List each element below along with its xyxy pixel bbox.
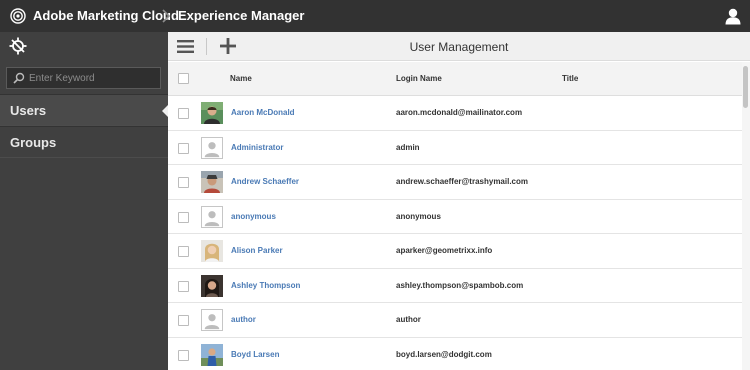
table-header: Name Login Name Title xyxy=(168,62,742,96)
user-name-link[interactable]: Andrew Schaeffer xyxy=(231,177,299,186)
row-checkbox[interactable] xyxy=(178,108,189,119)
adobe-marketing-cloud-logo-icon[interactable] xyxy=(10,8,26,24)
user-avatar xyxy=(201,343,223,366)
scrollbar-thumb[interactable] xyxy=(743,66,748,108)
top-bar: Adobe Marketing Cloud Experience Manager xyxy=(0,0,750,32)
table-row[interactable]: Aaron McDonald aaron.mcdonald@mailinator… xyxy=(168,96,742,131)
table-row[interactable]: author author xyxy=(168,303,742,338)
main-panel: User Management Name Login Name Title Aa… xyxy=(168,32,750,370)
column-header-name[interactable]: Name xyxy=(230,74,252,83)
table-row[interactable]: Alison Parker aparker@geometrixx.info xyxy=(168,234,742,269)
login-name: anonymous xyxy=(396,211,441,221)
rail-item-groups[interactable]: Groups xyxy=(0,126,168,158)
user-name-link[interactable]: Alison Parker xyxy=(231,246,283,255)
login-name: aaron.mcdonald@mailinator.com xyxy=(396,108,523,117)
search-field[interactable] xyxy=(6,67,161,89)
vertical-scrollbar[interactable] xyxy=(742,62,750,370)
rail-item-label: Users xyxy=(10,103,47,118)
select-all-checkbox[interactable] xyxy=(178,73,189,84)
toolbar: User Management xyxy=(168,32,750,61)
login-name: ashley.thompson@spambob.com xyxy=(396,280,524,290)
default-avatar-icon xyxy=(201,205,223,228)
brand-title[interactable]: Adobe Marketing Cloud xyxy=(33,8,179,23)
login-name: andrew.schaeffer@trashymail.com xyxy=(396,177,528,186)
row-checkbox[interactable] xyxy=(178,349,189,361)
table-row[interactable]: Administrator admin xyxy=(168,130,742,165)
rail-item-users[interactable]: Users xyxy=(0,94,168,126)
default-avatar-icon xyxy=(201,136,223,159)
search-icon xyxy=(13,72,25,84)
user-name-link[interactable]: Boyd Larsen xyxy=(231,350,279,359)
user-name-link[interactable]: author xyxy=(231,315,256,324)
column-header-login[interactable]: Login Name xyxy=(396,74,442,83)
rail-item-label: Groups xyxy=(10,135,57,150)
row-checkbox[interactable] xyxy=(178,142,189,154)
table-row[interactable]: Ashley Thompson ashley.thompson@spambob.… xyxy=(168,268,742,303)
user-name-link[interactable]: Administrator xyxy=(231,143,283,152)
row-checkbox[interactable] xyxy=(178,280,189,292)
page-title: User Management xyxy=(409,40,509,54)
user-avatar xyxy=(201,102,223,124)
table-row[interactable]: anonymous anonymous xyxy=(168,199,742,234)
login-name: aparker@geometrixx.info xyxy=(396,246,493,255)
search-input[interactable] xyxy=(29,70,154,86)
table-row[interactable]: Boyd Larsen boyd.larsen@dodgit.com xyxy=(168,337,742,370)
user-name-link[interactable]: anonymous xyxy=(231,212,276,221)
login-name: admin xyxy=(396,142,420,152)
chevron-right-icon xyxy=(162,9,171,23)
login-name: boyd.larsen@dodgit.com xyxy=(396,349,492,359)
row-checkbox[interactable] xyxy=(178,246,189,257)
user-account-icon[interactable] xyxy=(724,7,742,25)
row-checkbox[interactable] xyxy=(178,315,189,326)
default-avatar-icon xyxy=(201,309,223,331)
user-avatar xyxy=(201,171,223,193)
user-name-link[interactable]: Ashley Thompson xyxy=(231,281,300,290)
left-rail: Users Groups xyxy=(0,32,168,370)
row-checkbox[interactable] xyxy=(178,177,189,188)
compass-nav-icon[interactable] xyxy=(9,37,27,55)
table-row[interactable]: Andrew Schaeffer andrew.schaeffer@trashy… xyxy=(168,165,742,200)
login-name: author xyxy=(396,315,421,324)
column-header-title[interactable]: Title xyxy=(562,74,578,83)
product-title[interactable]: Experience Manager xyxy=(178,8,304,23)
user-list: Aaron McDonald aaron.mcdonald@mailinator… xyxy=(168,96,742,370)
user-avatar xyxy=(201,240,223,262)
row-checkbox[interactable] xyxy=(178,211,189,223)
rail-header xyxy=(0,32,168,60)
user-name-link[interactable]: Aaron McDonald xyxy=(231,108,295,117)
user-avatar xyxy=(201,274,223,297)
